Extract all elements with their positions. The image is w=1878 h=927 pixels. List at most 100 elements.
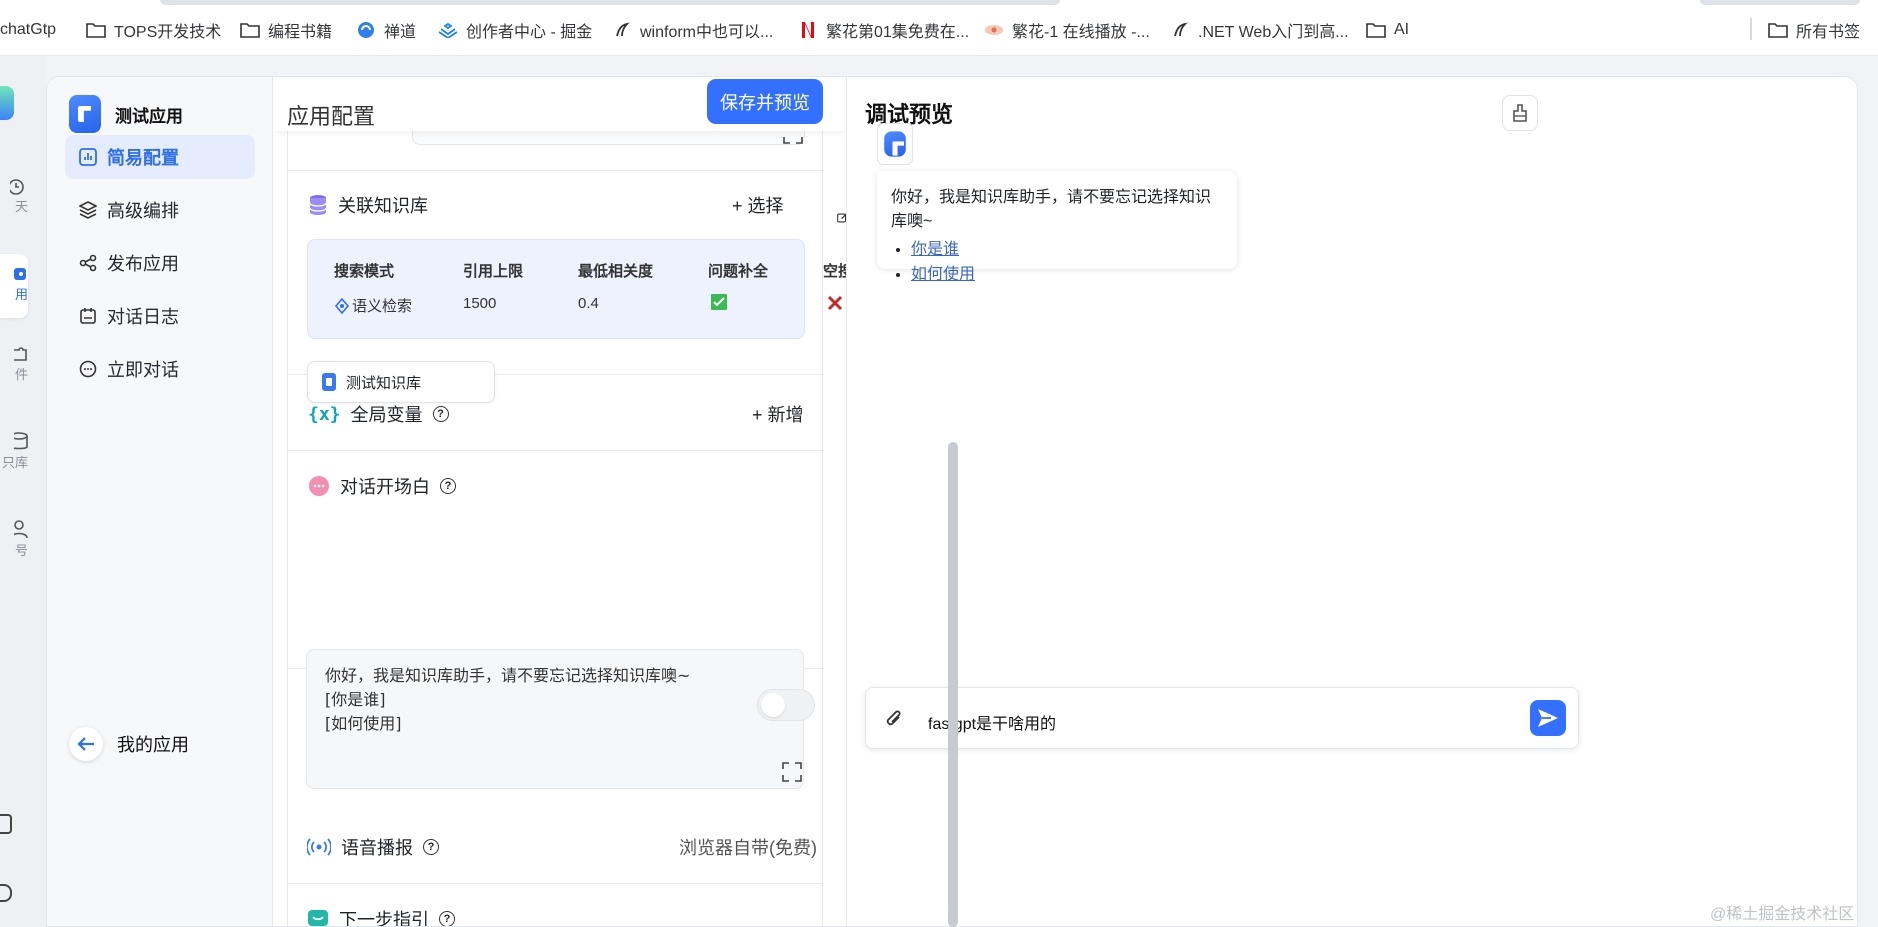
next-step-section: 下一步指引 ? [287, 884, 823, 926]
chat-bubble-icon [79, 360, 97, 378]
bot-avatar [877, 123, 913, 165]
debug-panel: 调试预览 你好，我是知识库助手，请不要忘记选择知识库噢~ 你是谁 如何使用 fa… [847, 77, 1857, 926]
config-scrollbar[interactable] [948, 442, 958, 927]
outer-nav-apps[interactable]: 用 [0, 254, 28, 318]
folder-icon [240, 21, 260, 39]
quick-question-link[interactable]: 如何使用 [911, 266, 975, 283]
help-icon[interactable]: ? [439, 911, 455, 926]
nav-publish[interactable]: 发布应用 [65, 241, 255, 285]
bookmark-dotnet[interactable]: .NET Web入门到高... [1170, 19, 1349, 41]
kb-params-button[interactable]: 参数 [837, 192, 846, 244]
bookmark-divider [1750, 18, 1752, 40]
broadcast-icon [307, 838, 331, 856]
chat-input-box[interactable]: fastgpt是干啥用的 [865, 687, 1579, 749]
list-item: 如何使用 [911, 262, 1223, 287]
my-apps-link[interactable]: 我的应用 [69, 727, 189, 761]
kb-select-button[interactable]: + 选择 [732, 192, 784, 218]
app-nav: 测试应用 简易配置 高级编排 发布应用 对话日志 立即对话 我的应用 [47, 77, 273, 926]
site-icon [1170, 21, 1190, 39]
user-avatar[interactable] [0, 86, 14, 120]
outer-nav-plugins[interactable]: 件 [0, 346, 28, 394]
bookmark-tops[interactable]: TOPS开发技术 [86, 19, 221, 41]
nav-advanced[interactable]: 高级编排 [65, 188, 255, 232]
site-icon [612, 21, 632, 39]
nav-chat-now[interactable]: 立即对话 [65, 347, 255, 391]
juejin-icon [438, 21, 458, 39]
puzzle-icon [14, 347, 27, 361]
outer-nav-chat[interactable]: 天 [0, 178, 28, 226]
kb-params-table: 搜索模式 引用上限 最低相关度 问题补全 空搜索回复 语义检索 1500 0.4 [307, 239, 846, 339]
chat-pink-icon [309, 476, 329, 496]
knowledge-section: 关联知识库 + 选择 参数 搜索模式 引用上限 最低相关度 问题补全 空搜索回复 [288, 171, 846, 403]
save-preview-button[interactable]: 保存并预览 [707, 79, 823, 124]
broom-icon [1513, 104, 1527, 122]
kb-header-completion: 问题补全 [708, 263, 769, 280]
nav-simple-config[interactable]: 简易配置 [65, 135, 255, 179]
variables-section: {x} 全局变量 ? + 新增 [288, 375, 824, 451]
tts-select[interactable]: 浏览器自带(免费) [679, 834, 817, 860]
prompt-section-partial [288, 121, 824, 171]
bookmark-ai[interactable]: AI [1366, 19, 1409, 41]
outer-nav-account[interactable]: 号 [0, 520, 28, 568]
clear-chat-button[interactable] [1502, 95, 1538, 131]
greeting-text: 你好，我是知识库助手，请不要忘记选择知识库噢~ [891, 189, 1212, 230]
video-site-icon [984, 21, 1004, 39]
config-panel: 应用配置 保存并预览 关联知识库 + 选择 参数 [273, 77, 847, 926]
github-icon[interactable] [0, 884, 12, 902]
bookmark-fanhua-01[interactable]: 繁花第01集免费在... [798, 19, 969, 41]
quick-questions: 你是谁 如何使用 [891, 237, 1223, 287]
bookmark-fanhua-play[interactable]: 繁花-1 在线播放 -... [984, 19, 1150, 41]
help-icon[interactable]: ? [440, 478, 456, 494]
help-icon[interactable]: ? [423, 839, 439, 855]
outer-nav-knowledge[interactable]: 只库 [0, 432, 28, 480]
folder-icon [1768, 21, 1788, 39]
database-icon [14, 432, 28, 450]
tts-title: 语音播报 ? [307, 834, 439, 860]
send-button[interactable] [1530, 700, 1566, 736]
zentao-icon [356, 21, 376, 39]
help-icon[interactable]: ? [432, 406, 449, 422]
bookmark-all[interactable]: 所有书签 [1768, 19, 1860, 41]
opening-textarea[interactable]: 你好，我是知识库助手，请不要忘记选择知识库噢~ [你是谁] [如何使用] [306, 649, 804, 789]
bot-message: 你好，我是知识库助手，请不要忘记选择知识库噢~ 你是谁 如何使用 [877, 171, 1237, 283]
calendar-icon [80, 308, 96, 324]
kb-value-relevance: 0.4 [578, 295, 599, 312]
bookmark-juejin[interactable]: 创作者中心 - 掘金 [438, 19, 592, 41]
kb-header-limit: 引用上限 [463, 263, 524, 280]
next-step-toggle[interactable] [757, 689, 815, 721]
folder-icon [86, 21, 106, 39]
guide-icon [308, 910, 328, 926]
paperclip-icon[interactable] [884, 708, 904, 730]
cross-icon [826, 294, 844, 316]
bookmark-chatgtp[interactable]: chatGtp [0, 19, 56, 41]
layers-icon [79, 201, 97, 219]
folder-icon [1366, 21, 1386, 39]
semantic-search-icon [334, 297, 350, 314]
kb-value-limit: 1500 [463, 295, 497, 312]
send-icon [1538, 709, 1558, 727]
bookmark-books[interactable]: 编程书籍 [240, 19, 332, 41]
expand-icon[interactable] [781, 761, 803, 783]
watermark: @稀土掘金技术社区 [1710, 906, 1855, 923]
list-item: 你是谁 [911, 237, 1223, 262]
app-header: 测试应用 [69, 95, 183, 133]
kb-header-mode: 搜索模式 [334, 263, 395, 280]
app-name: 测试应用 [115, 106, 183, 126]
clock-icon [10, 179, 24, 195]
browser-tab-strip [160, 0, 1060, 5]
kb-value-mode: 语义检索 [334, 295, 412, 316]
add-variable-button[interactable]: + 新增 [752, 401, 804, 427]
robot-icon [14, 268, 26, 280]
browser-tab-strip-right [1700, 0, 1860, 5]
variable-icon: {x} [308, 403, 341, 425]
bookmark-zentao[interactable]: 禅道 [356, 19, 416, 41]
user-icon [14, 520, 28, 539]
bookmark-winform[interactable]: winform中也可以... [612, 19, 773, 41]
nav-logs[interactable]: 对话日志 [65, 294, 255, 338]
quick-question-link[interactable]: 你是谁 [911, 241, 959, 258]
app-logo-icon [69, 95, 101, 133]
device-icon[interactable] [0, 814, 12, 834]
arrow-left-icon [69, 727, 103, 761]
bookmarks-bar: chatGtp TOPS开发技术 编程书籍 禅道 创作者中心 - 掘金 winf… [0, 0, 1878, 56]
opening-title: 对话开场白 ? [308, 473, 456, 499]
